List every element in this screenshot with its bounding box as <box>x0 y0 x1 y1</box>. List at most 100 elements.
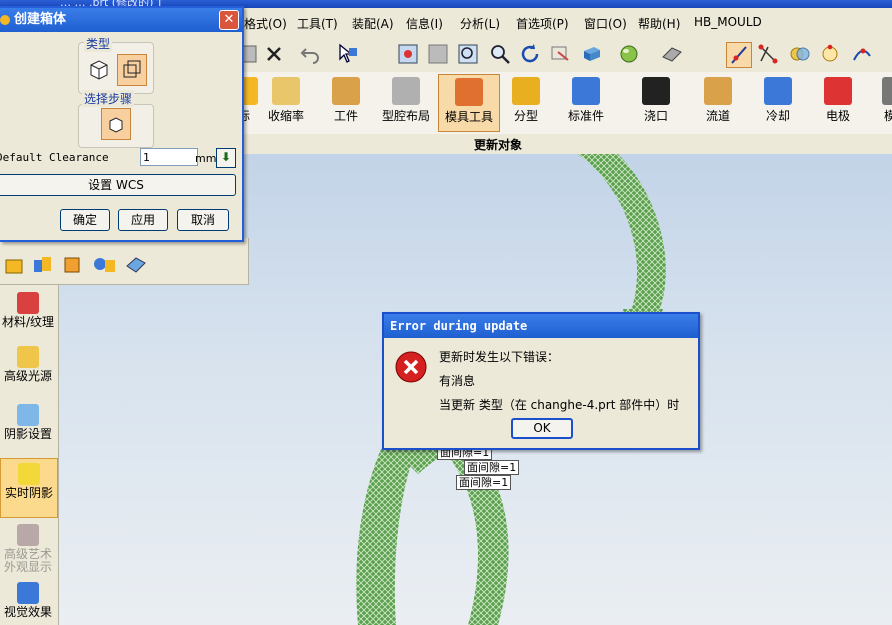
palette-item-advanced-lighting[interactable]: 高级光源 <box>0 342 56 386</box>
type-label: 类型 <box>84 35 113 52</box>
ribbon-shrinkage-button[interactable]: 收缩率 <box>256 74 316 130</box>
folder-icon[interactable] <box>4 256 24 276</box>
ribbon-label: 浇口 <box>643 109 668 123</box>
fit-view-icon[interactable] <box>396 42 420 66</box>
ribbon-mold-tools-button[interactable]: 模具工具 <box>438 74 500 132</box>
ribbon-label: 工件 <box>333 109 358 123</box>
ribbon-runner-button[interactable]: 流道 <box>688 74 748 130</box>
palette-label: 阴影设置 <box>3 427 52 441</box>
palette-item-advanced-studio: 高级艺术外观显示 <box>0 520 56 574</box>
control-point-icon[interactable] <box>756 42 780 66</box>
ribbon-label: 电极 <box>825 109 850 123</box>
standard-parts-icon <box>572 77 600 105</box>
delete-icon[interactable] <box>262 42 286 66</box>
realtime-shadow-icon <box>18 463 40 485</box>
palette-item-visual-effects[interactable]: 视觉效果 <box>0 578 56 624</box>
arrow-down-icon[interactable]: ⬇ <box>216 148 236 168</box>
ribbon-workpiece-button[interactable]: 工件 <box>316 74 376 130</box>
zoom-window-icon[interactable] <box>426 42 450 66</box>
runner-icon <box>704 77 732 105</box>
ribbon-cooling-button[interactable]: 冷却 <box>748 74 808 130</box>
blocks-icon[interactable] <box>32 254 54 276</box>
ribbon-label: 流道 <box>705 109 730 123</box>
shrinkage-icon <box>272 77 300 105</box>
menu-format[interactable]: 格式(O) <box>244 15 287 32</box>
quadrant-icon[interactable] <box>818 42 842 66</box>
ribbon-label: 收缩率 <box>267 109 304 123</box>
select-filter-icon[interactable] <box>336 42 360 66</box>
dialog-title-bar[interactable]: 创建箱体 ✕ <box>0 8 242 32</box>
visualization-palette: 材料/纹理高级光源阴影设置实时阴影高级艺术外观显示视觉效果 <box>0 284 59 625</box>
advanced-lighting-icon <box>17 346 39 368</box>
undo-icon[interactable] <box>298 42 322 66</box>
advanced-studio-icon <box>17 524 39 546</box>
ribbon-label: 冷却 <box>765 109 790 123</box>
ribbon-cavity-layout-button[interactable]: 型腔布局 <box>376 74 436 130</box>
box-type-icon[interactable] <box>86 56 112 82</box>
palette-label: 高级光源 <box>3 369 52 383</box>
create-box-dialog: 创建箱体 ✕ 类型 选择步骤 Default Clearance mm ⬇ 设置… <box>0 6 244 242</box>
palette-item-material-texture[interactable]: 材料/纹理 <box>0 288 56 340</box>
pan-icon[interactable] <box>548 42 572 66</box>
set-wcs-button[interactable]: 设置 WCS <box>0 174 236 196</box>
snap-point-icon[interactable] <box>726 42 752 68</box>
menu-help[interactable]: 帮助(H) <box>638 15 680 32</box>
menu-analysis[interactable]: 分析(L) <box>460 15 500 32</box>
menu-assembly[interactable]: 装配(A) <box>352 15 394 32</box>
menu-hb-mould[interactable]: HB_MOULD <box>694 15 762 29</box>
clearance-label: Default Clearance <box>0 151 109 164</box>
error-dialog: Error during update 更新时发生以下错误： 有消息 当更新 类… <box>382 312 700 450</box>
close-button[interactable]: ✕ <box>219 10 239 30</box>
mold-tools-icon <box>455 78 483 106</box>
menu-info[interactable]: 信息(I) <box>406 15 443 32</box>
ribbon-gate-button[interactable]: 浇口 <box>626 74 686 130</box>
menu-tools[interactable]: 工具(T) <box>297 15 338 32</box>
palette-label: 视觉效果 <box>3 605 52 619</box>
cancel-button[interactable]: 取消 <box>177 209 229 231</box>
zoom-box-icon[interactable] <box>456 42 480 66</box>
apply-button[interactable]: 应用 <box>118 209 168 231</box>
ribbon-mold-button[interactable]: 模具 <box>866 74 892 130</box>
error-ok-button[interactable]: OK <box>511 418 573 439</box>
component-icon[interactable] <box>62 254 84 276</box>
sphere-render-icon[interactable] <box>618 42 642 66</box>
ok-button[interactable]: 确定 <box>60 209 110 231</box>
clearance-unit: mm <box>195 152 217 165</box>
zoom-icon[interactable] <box>488 42 512 66</box>
select-step-label: 选择步骤 <box>82 90 135 107</box>
ribbon-label: 型腔布局 <box>381 109 430 123</box>
edge-display-icon[interactable] <box>660 42 684 66</box>
point-on-curve-icon[interactable] <box>850 42 874 66</box>
ribbon-label: 分型 <box>513 109 538 123</box>
clearance-input[interactable] <box>140 148 198 166</box>
parting-icon <box>512 77 540 105</box>
shadow-settings-icon <box>17 404 39 426</box>
ribbon-label: 模具 <box>883 109 892 123</box>
palette-label: 高级艺术外观显示 <box>3 547 52 574</box>
ribbon-electrode-button[interactable]: 电极 <box>808 74 868 130</box>
constraint-icon[interactable] <box>124 254 148 276</box>
workpiece-icon <box>332 77 360 105</box>
gate-icon <box>642 77 670 105</box>
block-type-icon[interactable] <box>117 54 147 86</box>
palette-item-shadow-settings[interactable]: 阴影设置 <box>0 400 56 448</box>
menu-window[interactable]: 窗口(O) <box>584 15 627 32</box>
dialog-title: 创建箱体 <box>14 12 67 27</box>
app-icon <box>0 15 10 25</box>
ribbon-parting-button[interactable]: 分型 <box>496 74 556 130</box>
move-component-icon[interactable] <box>92 254 118 276</box>
rotate-icon[interactable] <box>518 42 542 66</box>
error-dialog-title[interactable]: Error during update <box>384 314 698 338</box>
cooling-icon <box>764 77 792 105</box>
face-gap-label: 面间隙=1 <box>456 475 512 490</box>
select-object-icon[interactable] <box>101 108 131 140</box>
assembly-toolbar-area <box>0 238 249 285</box>
palette-item-realtime-shadow[interactable]: 实时阴影 <box>0 458 58 518</box>
electrode-icon <box>824 77 852 105</box>
intersection-icon[interactable] <box>788 42 812 66</box>
palette-label: 材料/纹理 <box>1 315 55 329</box>
shaded-view-icon[interactable] <box>580 42 604 66</box>
ribbon-standard-parts-button[interactable]: 标准件 <box>556 74 616 130</box>
mold-icon <box>882 77 892 105</box>
menu-preferences[interactable]: 首选项(P) <box>516 15 569 32</box>
